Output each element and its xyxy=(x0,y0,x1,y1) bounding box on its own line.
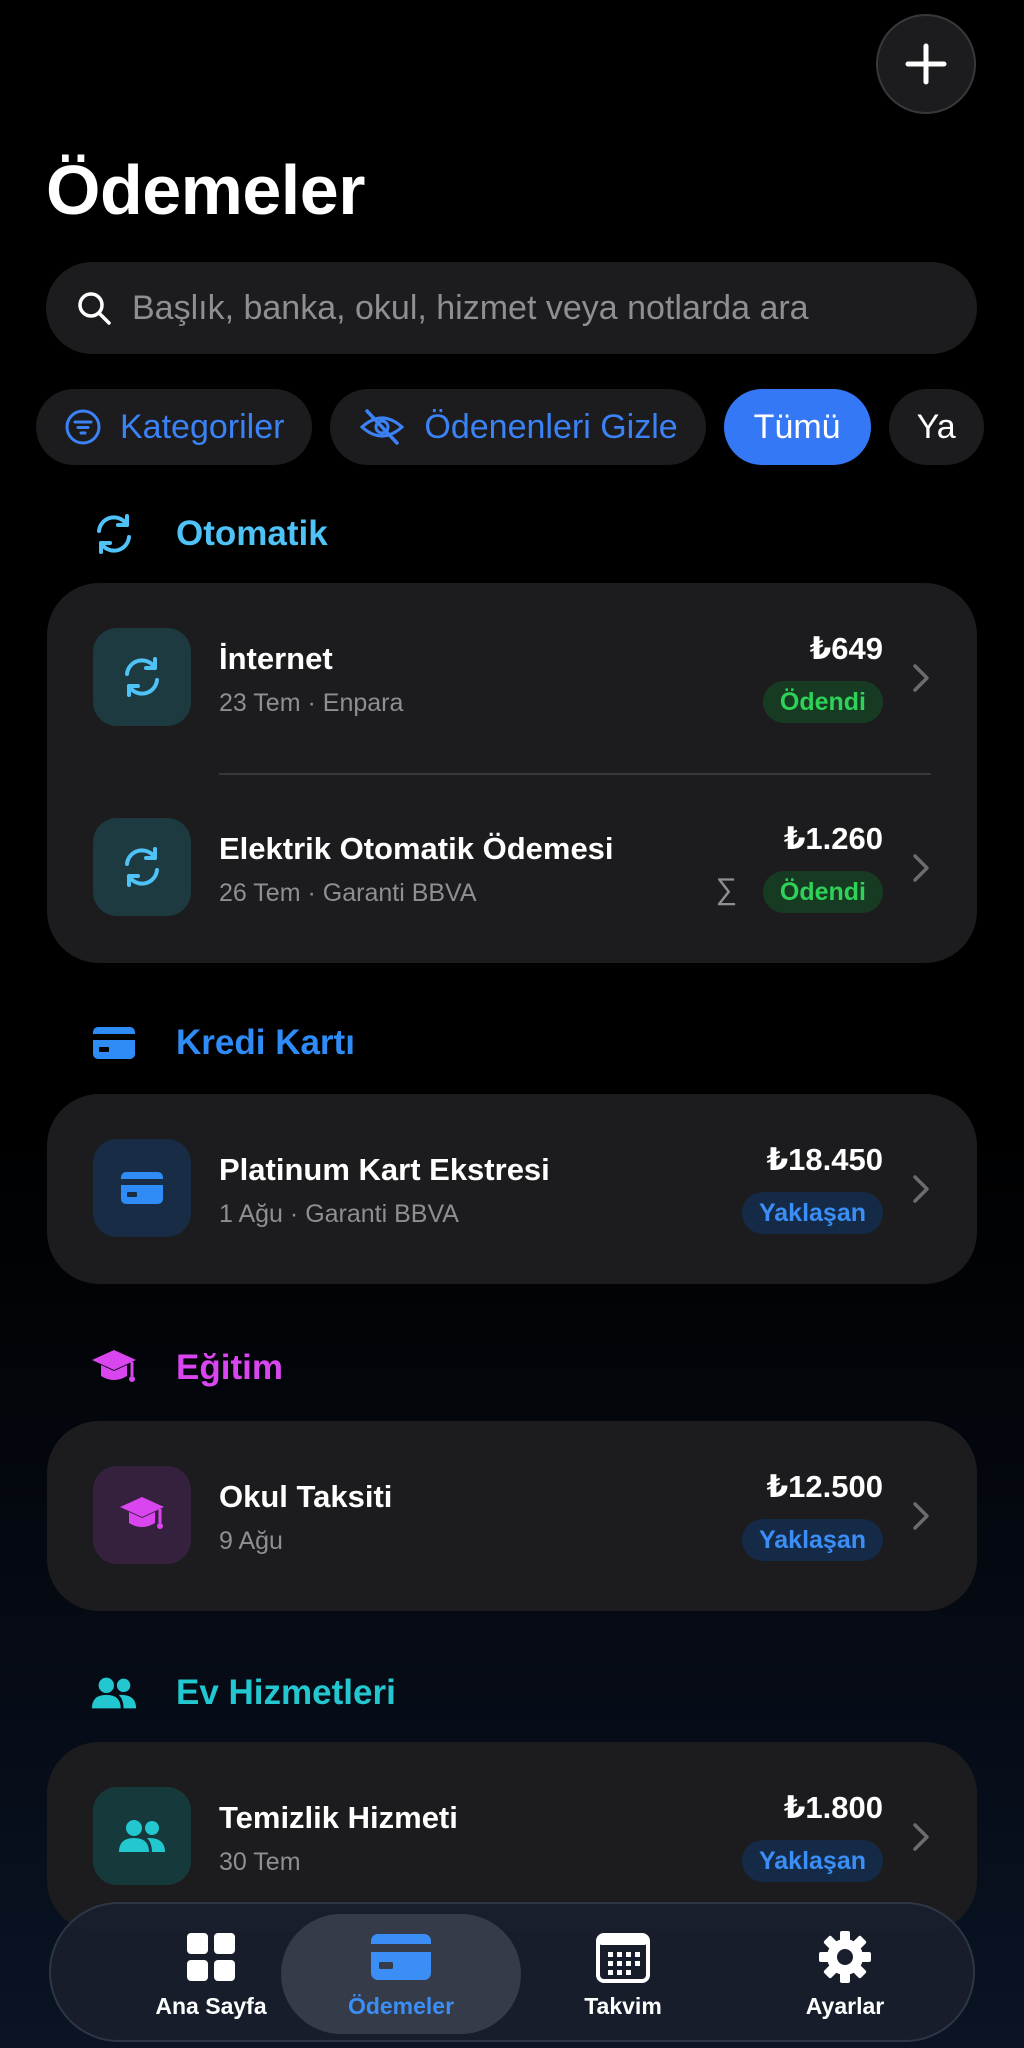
tab-settings[interactable]: Ayarlar xyxy=(725,1914,965,2034)
payment-date: 9 Ağu xyxy=(219,1527,283,1555)
payment-meta: 9 Ağu xyxy=(219,1527,283,1556)
graduation-cap-icon xyxy=(93,1466,191,1564)
chip-label: Ya xyxy=(916,407,956,446)
search-input[interactable] xyxy=(132,288,977,328)
sync-icon xyxy=(93,628,191,726)
sync-icon xyxy=(93,818,191,916)
filter-chips: Kategoriler Ödenenleri Gizle Tümü Ya xyxy=(36,389,986,465)
tab-label: Ana Sayfa xyxy=(155,1992,267,2019)
chevron-right-icon xyxy=(913,1175,929,1203)
section-title: Otomatik xyxy=(176,514,328,553)
chip-all[interactable]: Tümü xyxy=(723,389,871,465)
chip-categories[interactable]: Kategoriler xyxy=(36,389,313,465)
section-header-automatic: Otomatik xyxy=(90,511,328,557)
credit-card-icon xyxy=(93,1139,191,1237)
search-bar[interactable] xyxy=(46,262,977,354)
payment-amount: ₺12.500 xyxy=(766,1469,883,1504)
chip-label: Kategoriler xyxy=(120,407,285,446)
chip-hide-paid[interactable]: Ödenenleri Gizle xyxy=(330,389,706,465)
plus-icon xyxy=(905,43,947,85)
grid-icon xyxy=(185,1929,237,1985)
status-badge: Yaklaşan xyxy=(741,1192,883,1234)
section-card-automatic: İnternet 23 Tem · Enpara ₺649 Ödendi Ele… xyxy=(47,583,977,963)
payment-date: 30 Tem xyxy=(219,1848,301,1876)
payment-meta: 23 Tem · Enpara xyxy=(219,689,404,717)
payment-amount: ₺649 xyxy=(809,631,883,666)
payment-amount: ₺1.800 xyxy=(783,1790,883,1825)
payment-date: 1 Ağu xyxy=(219,1200,283,1228)
payments-screen: Ödemeler Kategoriler Ödenenleri Gizle Tü… xyxy=(0,0,1024,2048)
graduation-cap-icon xyxy=(90,1346,138,1390)
tab-bar: Ana Sayfa Ödemeler Takvim Ayarlar xyxy=(49,1902,975,2042)
payment-meta: 1 Ağu · Garanti BBVA xyxy=(219,1200,459,1228)
gear-icon xyxy=(817,1929,873,1985)
status-badge: Yaklaşan xyxy=(741,1840,883,1882)
payment-meta: 26 Tem · Garanti BBVA xyxy=(219,879,477,907)
chevron-right-icon xyxy=(913,854,929,882)
payment-row[interactable]: Okul Taksiti 9 Ağu ₺12.500 Yaklaşan xyxy=(47,1421,977,1611)
section-card-credit-card: Platinum Kart Ekstresi 1 Ağu · Garanti B… xyxy=(47,1094,977,1284)
credit-card-icon xyxy=(90,1026,138,1060)
tab-label: Ayarlar xyxy=(805,1992,885,2019)
people-icon xyxy=(93,1787,191,1885)
status-badge: Ödendi xyxy=(762,681,883,723)
payment-title: İnternet xyxy=(219,641,333,676)
payment-title: Okul Taksiti xyxy=(219,1479,393,1514)
payment-row[interactable]: Platinum Kart Ekstresi 1 Ağu · Garanti B… xyxy=(47,1094,977,1284)
filter-icon xyxy=(65,409,101,445)
section-header-education: Eğitim xyxy=(90,1346,283,1390)
payment-row[interactable]: İnternet 23 Tem · Enpara ₺649 Ödendi xyxy=(47,583,977,773)
payment-meta: 30 Tem xyxy=(219,1848,301,1877)
payment-date: 26 Tem xyxy=(219,879,301,907)
chevron-right-icon xyxy=(913,1823,929,1851)
payment-row[interactable]: Elektrik Otomatik Ödemesi 26 Tem · Garan… xyxy=(47,773,977,963)
search-icon xyxy=(78,292,111,325)
section-header-credit-card: Kredi Kartı xyxy=(90,1023,355,1063)
add-payment-button[interactable] xyxy=(876,14,976,114)
payment-title: Elektrik Otomatik Ödemesi xyxy=(219,831,614,866)
tab-payments[interactable]: Ödemeler xyxy=(281,1914,521,2034)
status-badge: Ödendi xyxy=(762,871,883,913)
chip-upcoming[interactable]: Ya xyxy=(888,389,984,465)
chevron-right-icon xyxy=(913,664,929,692)
tab-label: Ödemeler xyxy=(347,1992,455,2019)
chevron-right-icon xyxy=(913,1502,929,1530)
chip-label: Tümü xyxy=(753,407,841,446)
section-title: Ev Hizmetleri xyxy=(176,1673,396,1712)
row-divider xyxy=(219,773,931,775)
section-header-home-services: Ev Hizmetleri xyxy=(90,1673,396,1713)
payment-bank: Garanti BBVA xyxy=(322,879,477,907)
credit-card-icon xyxy=(370,1929,432,1985)
payment-amount: ₺18.450 xyxy=(766,1142,883,1177)
section-title: Eğitim xyxy=(176,1348,283,1387)
chip-label: Ödenenleri Gizle xyxy=(424,407,678,446)
section-title: Kredi Kartı xyxy=(176,1023,355,1062)
calendar-icon xyxy=(596,1929,650,1985)
people-icon xyxy=(90,1675,138,1711)
payment-bank: Enpara xyxy=(322,689,404,717)
status-badge: Yaklaşan xyxy=(741,1519,883,1561)
payment-date: 23 Tem xyxy=(219,689,301,717)
eye-slash-icon xyxy=(360,409,405,445)
tab-calendar[interactable]: Takvim xyxy=(503,1914,743,2034)
page-title: Ödemeler xyxy=(46,151,365,229)
payment-title: Platinum Kart Ekstresi xyxy=(219,1152,550,1187)
sum-marker: ∑ xyxy=(715,873,737,906)
payment-bank: Garanti BBVA xyxy=(305,1200,459,1228)
tab-label: Takvim xyxy=(584,1992,662,2019)
payment-amount: ₺1.260 xyxy=(783,821,883,856)
sync-icon xyxy=(90,511,138,557)
payment-title: Temizlik Hizmeti xyxy=(219,1800,458,1835)
section-card-education: Okul Taksiti 9 Ağu ₺12.500 Yaklaşan xyxy=(47,1421,977,1611)
